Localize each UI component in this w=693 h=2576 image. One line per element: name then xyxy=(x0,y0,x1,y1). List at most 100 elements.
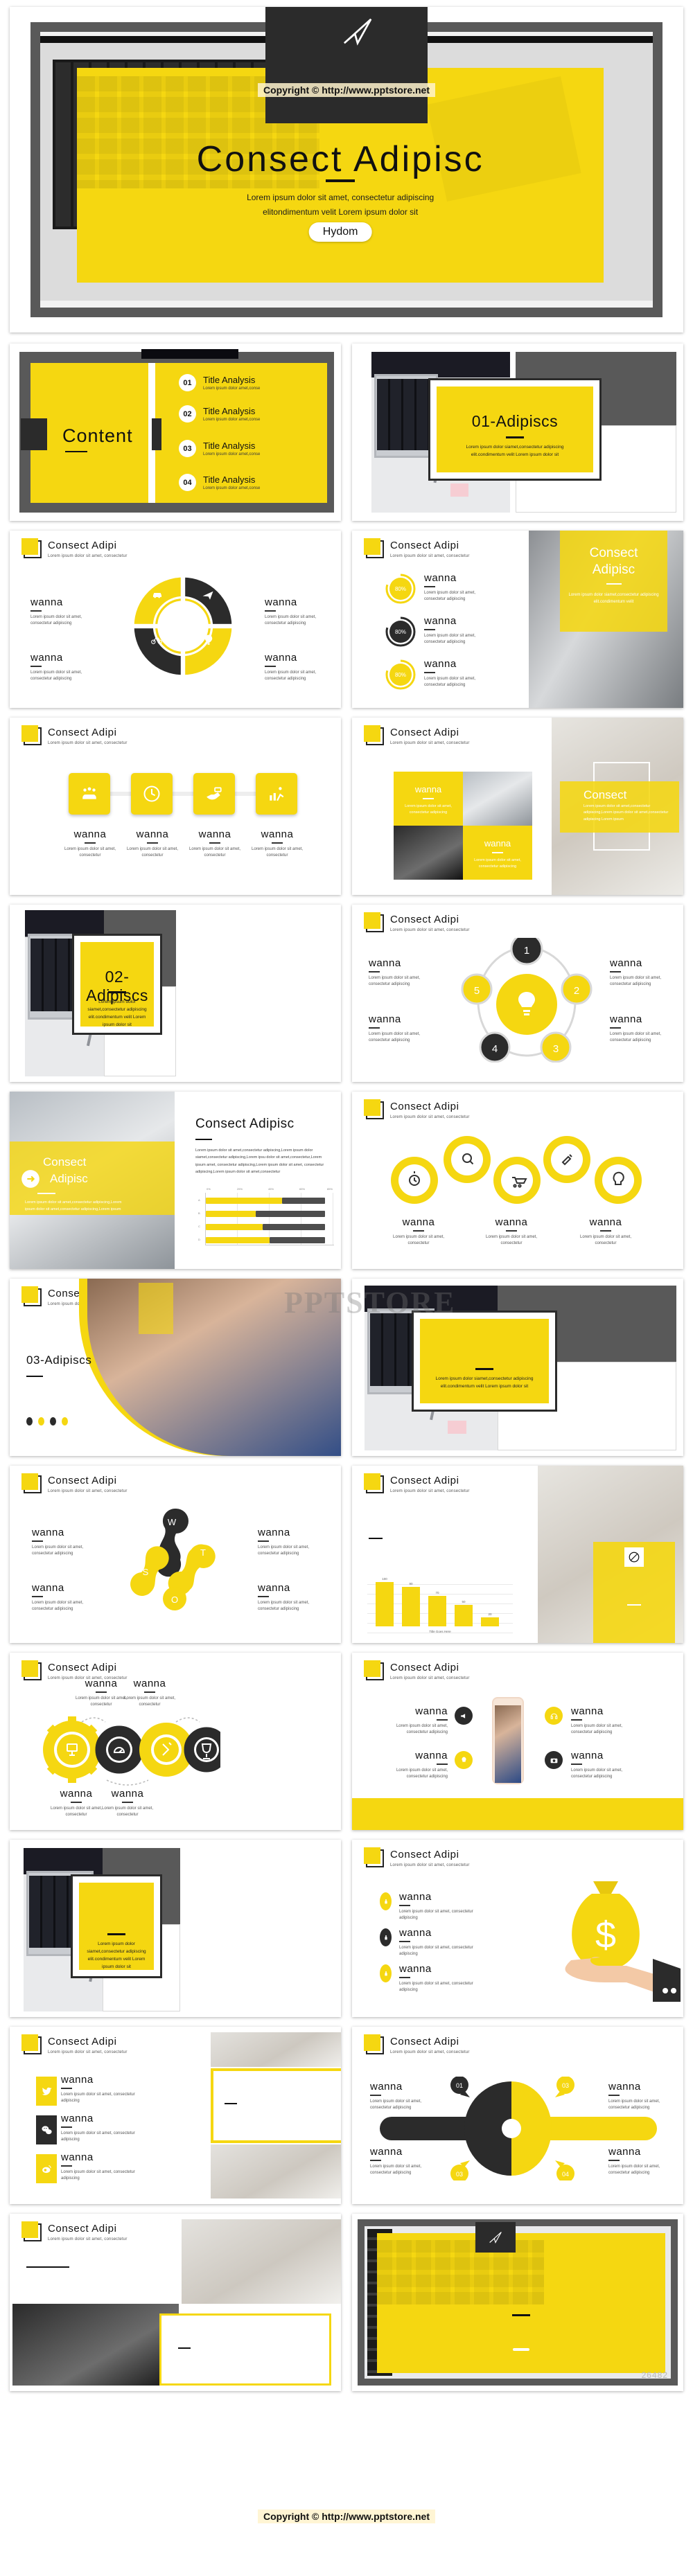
headphone-icon xyxy=(550,1713,557,1719)
header-title: Consect Adipi xyxy=(390,1662,459,1673)
slide-ending[interactable]: 26482 xyxy=(352,2214,683,2391)
bullet-text: Lorem ipsum dolor sit amet, consectetur xyxy=(251,847,304,858)
slide-title[interactable]: Consect Adipisc Lorem ipsum dolor sit am… xyxy=(10,7,683,332)
slide-section-01[interactable]: 01-Adipiscs Lorem ipsum dolor siamet,con… xyxy=(352,344,683,521)
svg-text:$: $ xyxy=(595,1915,616,1956)
slide-swot[interactable]: Consect Adipi Lorem ipsum dolor sit amet… xyxy=(10,1466,341,1643)
bullet-rule xyxy=(424,586,435,587)
bullet-text: Lorem ipsum dolor sit amet, consectetur … xyxy=(30,670,82,681)
bar-d-series1 xyxy=(206,1237,270,1243)
chain-diagram xyxy=(391,1136,642,1204)
quad-rule-2 xyxy=(492,852,503,853)
bullet-rule xyxy=(258,1540,269,1542)
bullet-rule xyxy=(369,971,380,972)
content-item-3-title: Title Analysis xyxy=(203,441,256,451)
column-1 xyxy=(376,1582,394,1626)
content-item-2[interactable]: 02 Title Analysis Lorem ipsum dolor amet… xyxy=(179,405,260,423)
sticky-overlay xyxy=(139,1283,173,1334)
content-title-rule xyxy=(65,451,87,452)
bullet-left-bottom: wanna Lorem ipsum dolor sit amet, consec… xyxy=(30,652,93,682)
slide-section-04[interactable]: Lorem ipsum dolor siamet,consectetur adi… xyxy=(10,1840,341,2017)
slide-orbit-numbers[interactable]: Consect Adipi Lorem ipsum dolor sit amet… xyxy=(352,905,683,1082)
twitter-icon-badge[interactable] xyxy=(36,2077,57,2106)
wechat-icon-badge[interactable] xyxy=(36,2115,57,2144)
section-card: Lorem ipsum dolor siamet,consectetur adi… xyxy=(71,1874,162,1978)
slide-social-list[interactable]: Consect Adipi Lorem ipsum dolor sit amet… xyxy=(10,2027,341,2204)
slide-cycle-arrows[interactable]: Consect Adipi Lorem ipsum dolor sit amet… xyxy=(10,531,341,708)
content-item-3[interactable]: 03 Title Analysis Lorem ipsum dolor amet… xyxy=(179,440,260,457)
header-subtitle: Lorem ipsum dolor sit amet, consectetur xyxy=(390,2050,470,2054)
bullet-title: wanna xyxy=(73,828,107,840)
camera-icon xyxy=(550,1758,557,1763)
slide-timeline-icons[interactable]: Consect Adipi Lorem ipsum dolor sit amet… xyxy=(10,718,341,895)
social-label-1: wanna Lorem ipsum dolor sit amet, consec… xyxy=(61,2074,137,2104)
svg-text:4: 4 xyxy=(492,1043,498,1055)
portrait-dots[interactable] xyxy=(26,1417,68,1425)
svg-text:5: 5 xyxy=(474,985,480,997)
slide-quad-photo[interactable]: Consect Adipi Lorem ipsum dolor sit amet… xyxy=(352,718,683,895)
bullet-title: wanna xyxy=(61,2074,94,2086)
bullet-rule xyxy=(71,1802,82,1803)
bullet-title: wanna xyxy=(30,596,63,608)
header-mark-icon xyxy=(21,1286,42,1306)
slide-chain-circles[interactable]: Consect Adipi Lorem ipsum dolor sit amet… xyxy=(352,1092,683,1269)
donut-progress-yellow-icon: 80% xyxy=(385,659,416,690)
bullet-rule xyxy=(32,1540,43,1542)
dot-1[interactable] xyxy=(26,1417,33,1425)
dot-2[interactable] xyxy=(38,1417,44,1425)
svg-text:S: S xyxy=(143,1567,149,1577)
bicycle-icon xyxy=(151,637,162,644)
header-mark-icon xyxy=(21,2034,42,2054)
slide-photo-text[interactable]: Consect Adipi Lorem ipsum dolor sit amet… xyxy=(10,2214,341,2391)
dot-3[interactable] xyxy=(50,1417,56,1425)
ending-badge[interactable] xyxy=(513,2347,529,2351)
content-item-4-number: 04 xyxy=(179,474,196,491)
slide-mobile-features[interactable]: Consect Adipi Lorem ipsum dolor sit amet… xyxy=(352,1653,683,1830)
arrow-right-circle-icon xyxy=(21,1170,40,1188)
wheel-label-4: wanna Lorem ipsum dolor sit amet, consec… xyxy=(608,2146,674,2176)
svg-text:O: O xyxy=(171,1595,178,1605)
phone-photo xyxy=(12,2304,179,2386)
slide-bar-chart[interactable]: Consect Adipisc Lorem ipsum dolor sit am… xyxy=(10,1092,341,1269)
svg-text:W: W xyxy=(168,1517,177,1527)
timeline-step-2[interactable] xyxy=(131,773,173,815)
header-title: Consect Adipi xyxy=(48,540,117,551)
slide-gears[interactable]: Consect Adipi Lorem ipsum dolor sit amet… xyxy=(10,1653,341,1830)
bullet-title: wanna xyxy=(402,1216,435,1228)
phone-screen-photo xyxy=(495,1705,521,1783)
bullet-title: wanna xyxy=(370,2146,403,2158)
slide-section-02[interactable]: 02-Adipiscs Lorem ipsum dolor siamet,con… xyxy=(10,905,341,1082)
timeline-step-4[interactable] xyxy=(256,773,297,815)
header-title: Consect Adipi xyxy=(390,914,459,925)
overlay-title-line2: Adipisc xyxy=(50,1172,88,1185)
bullet-rule xyxy=(61,2165,72,2167)
slide-content[interactable]: Content 01 Title Analysis Lorem ipsum do… xyxy=(10,344,341,521)
header-title: Consect Adipi xyxy=(390,540,459,551)
social-card-rule xyxy=(225,2103,237,2104)
slide-money-bag[interactable]: Consect Adipi Lorem ipsum dolor sit amet… xyxy=(352,1840,683,2017)
slide-column-chart[interactable]: Consect Adipi Lorem ipsum dolor sit amet… xyxy=(352,1466,683,1643)
header-subtitle: Lorem ipsum dolor sit amet, consectetur xyxy=(390,1489,470,1493)
slide-wheel-callouts[interactable]: Consect Adipi Lorem ipsum dolor sit amet… xyxy=(352,2027,683,2204)
hero-badge[interactable]: Hydom xyxy=(308,222,372,242)
left-rule xyxy=(26,2266,69,2268)
bullet-left-top: wanna Lorem ipsum dolor sit amet, consec… xyxy=(30,596,93,627)
chain-label-2: wanna Lorem ipsum dolor sit amet, consec… xyxy=(478,1216,545,1247)
yellow-overlay-panel: Consect Adipisc Lorem ipsum dolor siamet… xyxy=(560,531,667,632)
timeline-step-1[interactable] xyxy=(69,773,110,815)
handshake-icon xyxy=(207,787,222,800)
slide-header: Consect Adipi Lorem ipsum dolor sit amet… xyxy=(364,1847,470,1867)
content-item-1[interactable]: 01 Title Analysis Lorem ipsum dolor amet… xyxy=(179,374,260,391)
content-item-4[interactable]: 04 Title Analysis Lorem ipsum dolor amet… xyxy=(179,474,260,491)
overlay-sub: Lorem ipsum dolor siamet,consectetur adi… xyxy=(568,593,659,605)
bullet-rule xyxy=(96,1691,107,1693)
section-subtitle: Lorem ipsum dolor siamet,consectetur adi… xyxy=(428,1375,541,1390)
dot-4[interactable] xyxy=(62,1417,68,1425)
person-icon xyxy=(384,1935,387,1940)
photo-text-card xyxy=(159,2313,331,2386)
header-subtitle: Lorem ipsum dolor sit amet, consectetur xyxy=(390,1114,470,1119)
timeline-step-3[interactable] xyxy=(193,773,235,815)
social-label-3: wanna Lorem ipsum dolor sit amet, consec… xyxy=(61,2151,137,2182)
slide-percent-donuts[interactable]: Consect Adipi Lorem ipsum dolor sit amet… xyxy=(352,531,683,708)
weibo-icon-badge[interactable] xyxy=(36,2154,57,2183)
